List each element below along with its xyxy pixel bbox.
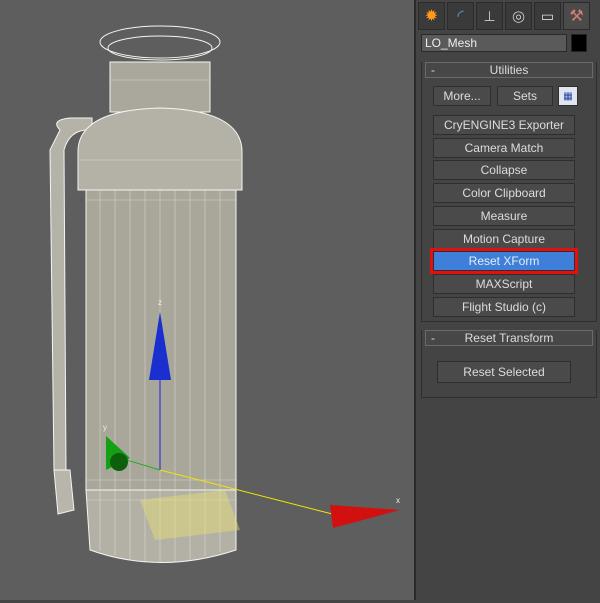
object-color-swatch[interactable] (571, 34, 587, 52)
utility-reset-xform[interactable]: Reset XForm (430, 248, 578, 274)
rollout-title: Utilities (489, 63, 529, 77)
utility-collapse[interactable]: Collapse (433, 160, 575, 180)
y-axis-label: y (103, 423, 107, 432)
utilities-rollout-header[interactable]: - Utilities (425, 62, 593, 78)
tab-utilities[interactable]: ⚒ (563, 2, 590, 30)
motion-icon: ◎ (511, 8, 526, 25)
display-icon: ▭ (540, 7, 555, 24)
configure-button-sets-icon: ▦ (563, 90, 573, 102)
configure-button-sets-button[interactable]: ▦ (558, 86, 578, 106)
tab-modify[interactable]: ◜ (447, 2, 474, 30)
create-icon: ✹ (424, 8, 439, 25)
modify-icon: ◜ (457, 8, 464, 25)
hierarchy-icon: ⊥ (483, 7, 496, 24)
tab-display[interactable]: ▭ (534, 2, 561, 30)
utility-cryengine3-exporter[interactable]: CryENGINE3 Exporter (433, 115, 575, 135)
fire-extinguisher-wireframe: z x y (49, 25, 400, 563)
reset-transform-rollout-header[interactable]: - Reset Transform (425, 330, 593, 346)
z-axis-label: z (158, 298, 162, 307)
x-axis-label: x (396, 496, 400, 505)
utility-maxscript[interactable]: MAXScript (433, 274, 575, 294)
reset-transform-rollout: - Reset Transform Reset Selected (421, 330, 597, 398)
utilities-hammer-icon: ⚒ (569, 8, 584, 25)
utilities-rollout: - Utilities More... Sets ▦ CryENGINE3 Exp… (421, 62, 597, 322)
utility-camera-match[interactable]: Camera Match (433, 138, 575, 158)
utility-color-clipboard[interactable]: Color Clipboard (433, 183, 575, 203)
object-name-field[interactable]: LO_Mesh (421, 34, 567, 52)
tab-create[interactable]: ✹ (418, 2, 445, 30)
rollout-title: Reset Transform (464, 331, 554, 345)
more-button[interactable]: More... (433, 86, 491, 106)
tab-motion[interactable]: ◎ (505, 2, 532, 30)
collapse-toggle: - (431, 63, 435, 77)
sets-button[interactable]: Sets (497, 86, 553, 106)
reset-selected-button[interactable]: Reset Selected (437, 361, 571, 383)
utility-measure[interactable]: Measure (433, 206, 575, 226)
tab-hierarchy[interactable]: ⊥ (476, 2, 503, 30)
utility-flight-studio[interactable]: Flight Studio (c) (433, 297, 575, 317)
command-panel: ✹ ◜ ⊥ ◎ ▭ ⚒ LO_Mesh - Utilities More... S… (418, 0, 600, 600)
utility-motion-capture[interactable]: Motion Capture (433, 229, 575, 249)
viewport[interactable]: z x y (0, 0, 416, 600)
collapse-toggle: - (431, 331, 435, 345)
